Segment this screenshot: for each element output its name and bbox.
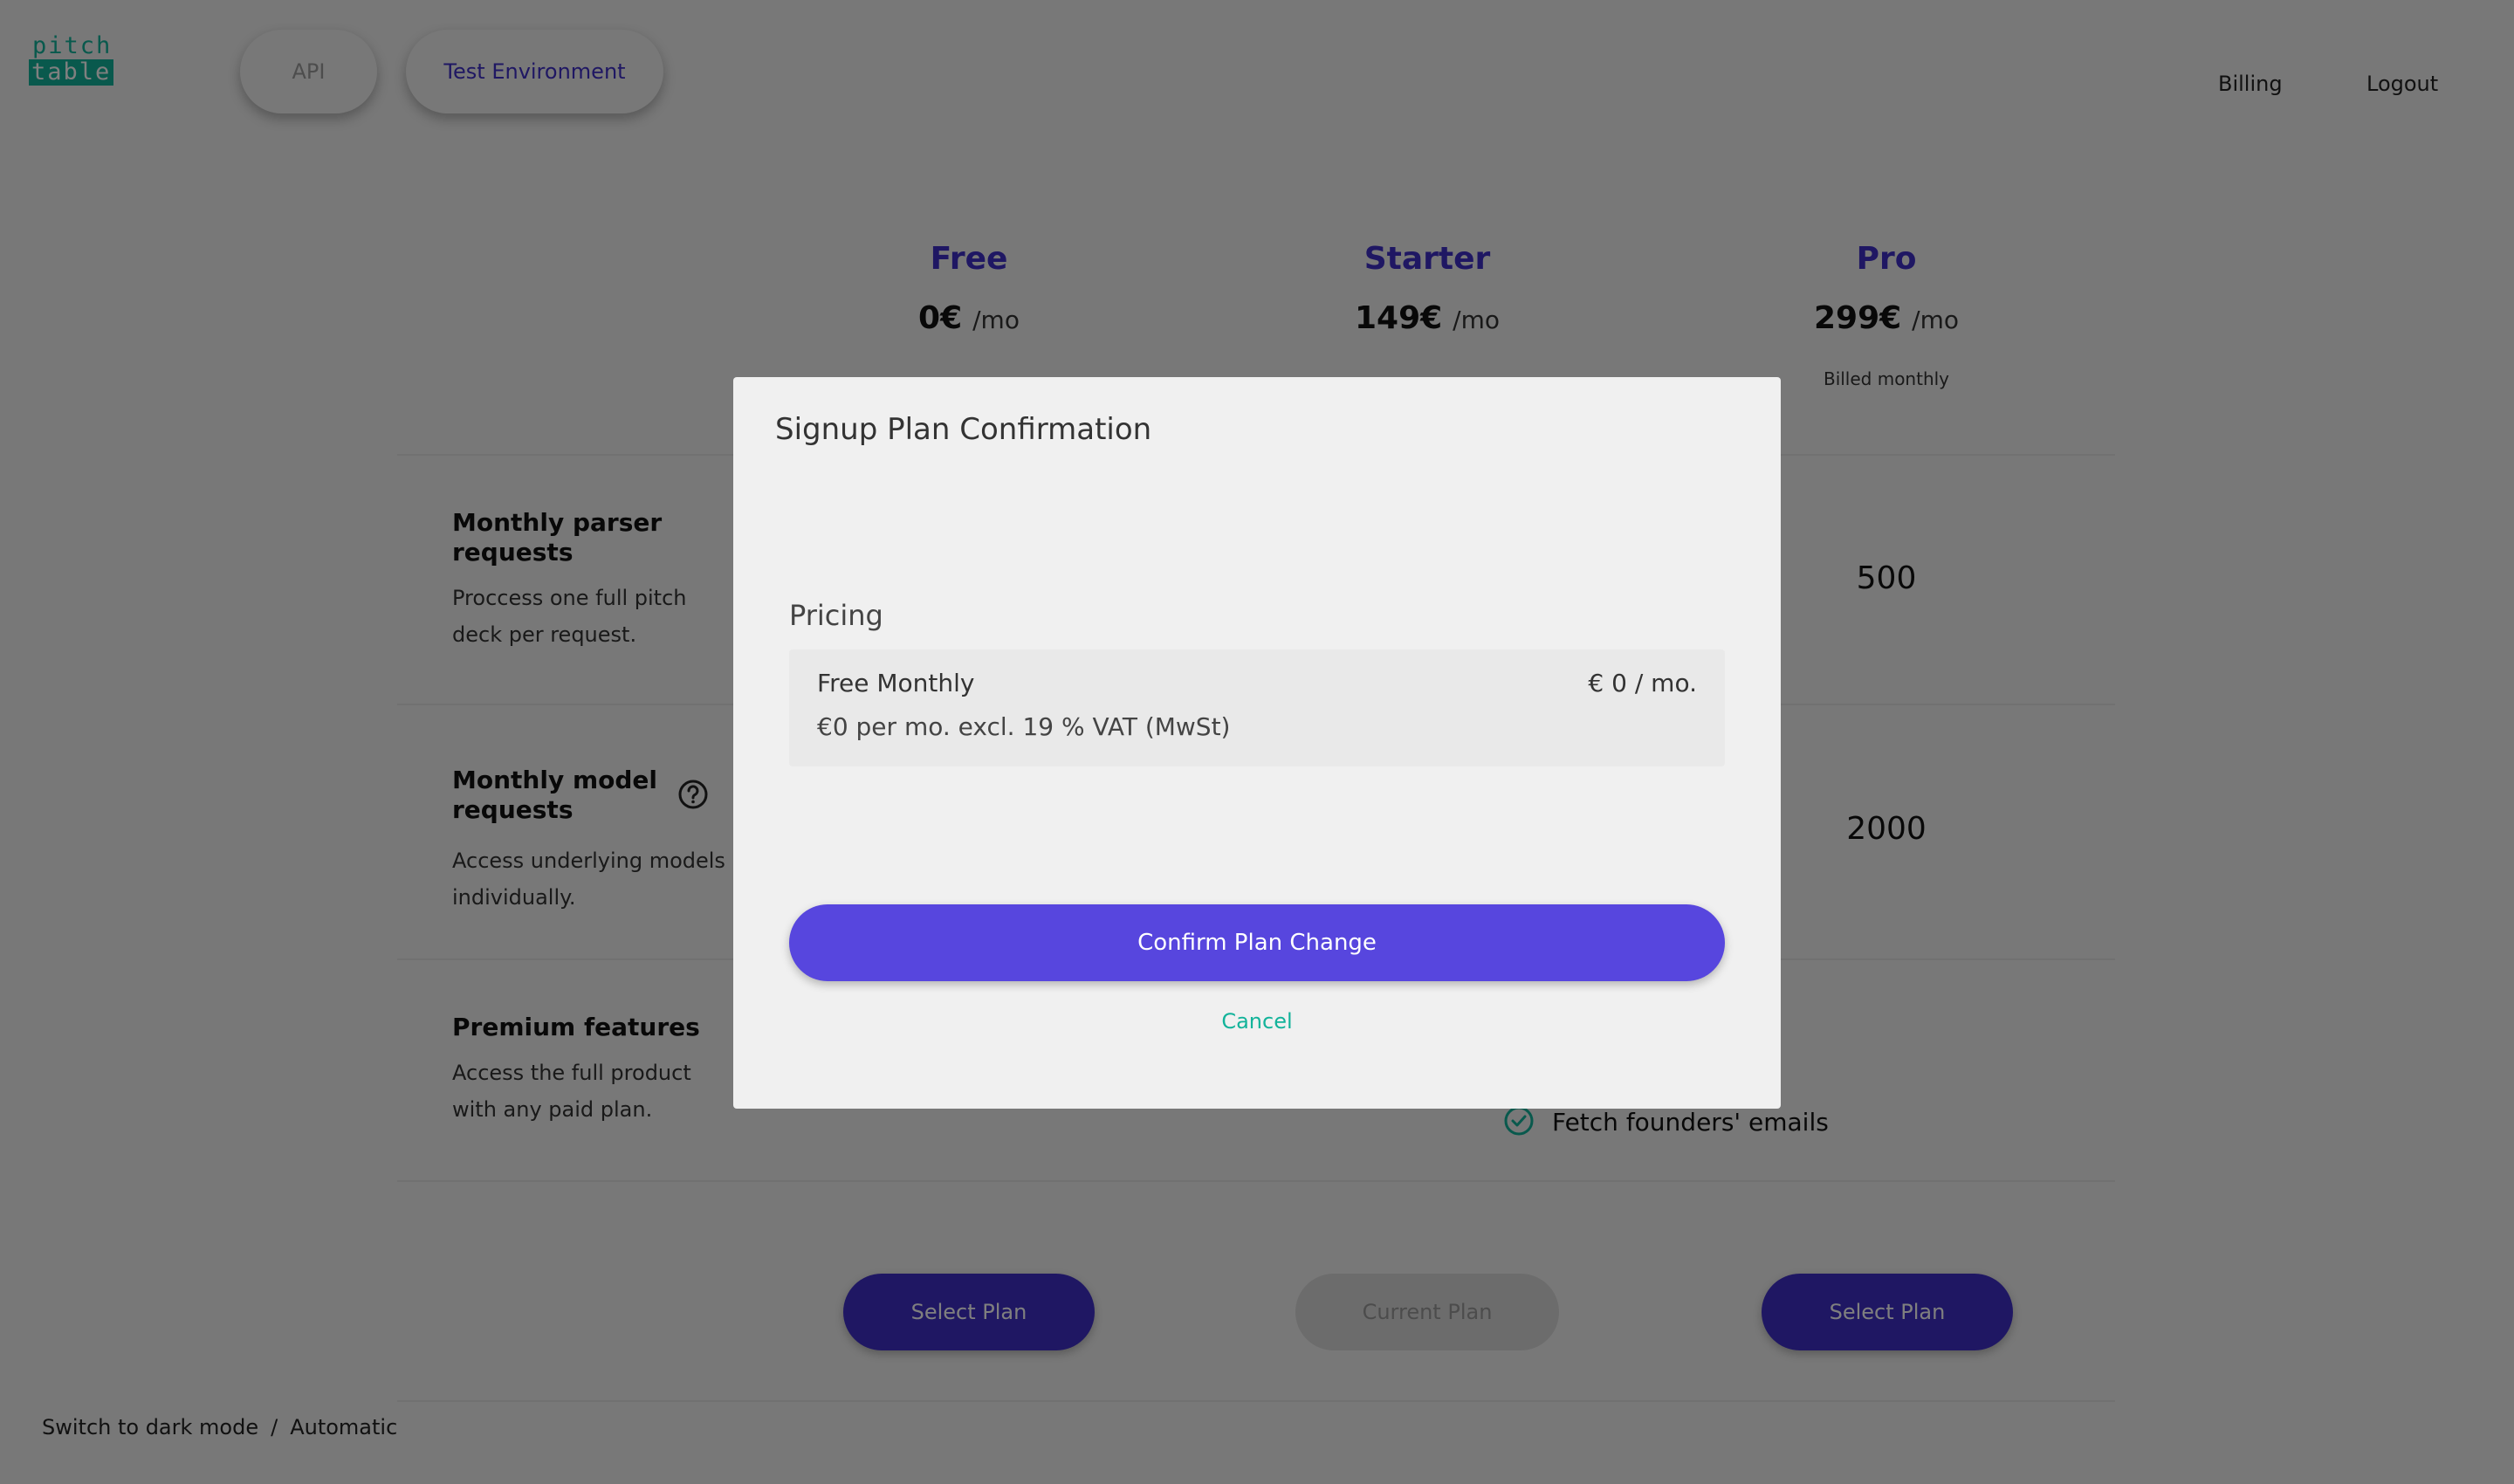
pricing-section-label: Pricing: [789, 599, 883, 632]
confirm-plan-change-button[interactable]: Confirm Plan Change: [789, 904, 1725, 981]
plan-amount: € 0 / mo.: [1588, 669, 1697, 697]
pricing-summary: Free Monthly € 0 / mo. €0 per mo. excl. …: [789, 649, 1725, 766]
vat-note: €0 per mo. excl. 19 % VAT (MwSt): [817, 712, 1231, 741]
plan-name: Free Monthly: [817, 669, 975, 697]
cancel-link[interactable]: Cancel: [733, 1009, 1781, 1034]
pricing-page: pitch table API Test Environment Billing…: [0, 0, 2514, 1484]
modal-title: Signup Plan Confirmation: [775, 412, 1152, 447]
plan-confirmation-modal: Signup Plan Confirmation Pricing Free Mo…: [733, 377, 1781, 1109]
